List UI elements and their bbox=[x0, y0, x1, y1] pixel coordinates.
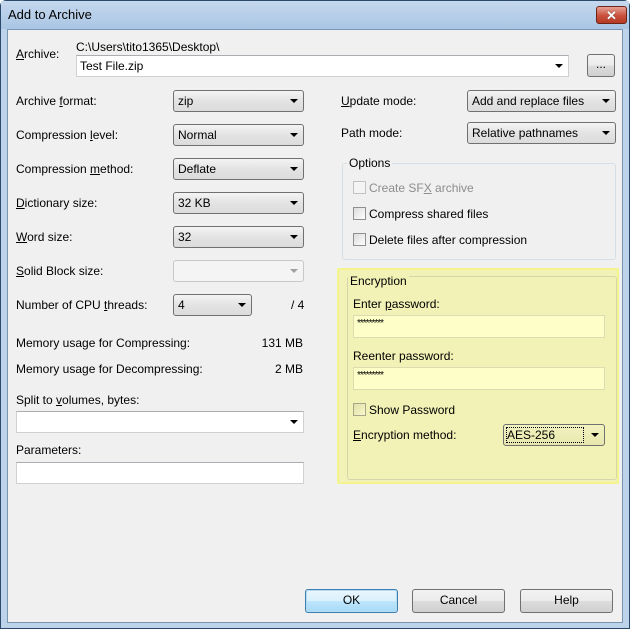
archive-format-label: Archive format: bbox=[16, 94, 97, 108]
cpu-threads-max: / 4 bbox=[291, 298, 305, 312]
cpu-threads-select[interactable]: 4 bbox=[173, 294, 252, 316]
memory-decompress-label: Memory usage for Decompressing: bbox=[16, 362, 203, 376]
chevron-down-icon bbox=[602, 131, 610, 135]
compression-level-value: Normal bbox=[178, 128, 217, 142]
delete-after-checkbox[interactable] bbox=[353, 233, 366, 246]
chevron-down-icon bbox=[290, 99, 298, 103]
update-mode-value: Add and replace files bbox=[472, 94, 585, 108]
archive-format-select[interactable]: zip bbox=[173, 90, 304, 112]
update-mode-label: Update mode: bbox=[341, 94, 417, 108]
dialog-body: Archive: C:\Users\tito1365\Desktop\ Test… bbox=[7, 29, 623, 623]
encryption-method-label: Encryption method: bbox=[353, 428, 457, 442]
path-mode-label: Path mode: bbox=[341, 126, 403, 140]
word-size-label: Word size: bbox=[16, 230, 73, 244]
create-sfx-label: Create SFX archive bbox=[369, 181, 474, 195]
archive-label: Archive: bbox=[16, 47, 60, 61]
archive-format-value: zip bbox=[178, 94, 194, 108]
chevron-down-icon bbox=[290, 235, 298, 239]
dictionary-size-value: 32 KB bbox=[178, 196, 211, 210]
memory-compress-label: Memory usage for Compressing: bbox=[16, 336, 191, 350]
split-volumes-combo[interactable] bbox=[16, 411, 304, 433]
compress-shared-checkbox[interactable] bbox=[353, 207, 366, 220]
create-sfx-checkbox[interactable] bbox=[353, 181, 366, 194]
title-bar: Add to Archive ✕ bbox=[1, 1, 629, 29]
compression-method-select[interactable]: Deflate bbox=[173, 158, 304, 180]
delete-after-label: Delete files after compression bbox=[369, 233, 528, 247]
browse-button[interactable]: ... bbox=[587, 54, 615, 77]
split-volumes-label: Split to volumes, bytes: bbox=[16, 393, 140, 407]
parameters-input[interactable] bbox=[16, 462, 304, 484]
ok-button[interactable]: OK bbox=[305, 589, 398, 613]
close-icon: ✕ bbox=[606, 7, 617, 23]
archive-filename-value: Test File.zip bbox=[80, 59, 144, 73]
chevron-down-icon[interactable] bbox=[555, 64, 563, 68]
compression-level-select[interactable]: Normal bbox=[173, 124, 304, 146]
dictionary-size-label: Dictionary size: bbox=[16, 196, 98, 210]
chevron-down-icon bbox=[238, 303, 246, 307]
encryption-method-select[interactable]: AES-256 bbox=[503, 424, 605, 446]
chevron-down-icon bbox=[602, 99, 610, 103]
compression-method-value: Deflate bbox=[178, 162, 217, 176]
window-title: Add to Archive bbox=[8, 7, 92, 22]
chevron-down-icon bbox=[290, 133, 298, 137]
chevron-down-icon bbox=[290, 201, 298, 205]
chevron-down-icon[interactable] bbox=[290, 420, 298, 424]
cancel-button[interactable]: Cancel bbox=[412, 589, 505, 613]
enter-password-label: Enter password: bbox=[353, 297, 440, 311]
dictionary-size-select[interactable]: 32 KB bbox=[173, 192, 304, 214]
show-password-label: Show Password bbox=[369, 403, 456, 417]
parameters-label: Parameters: bbox=[16, 443, 82, 457]
archive-path: C:\Users\tito1365\Desktop\ bbox=[76, 40, 220, 54]
chevron-down-icon bbox=[290, 269, 298, 273]
reenter-password-label: Reenter password: bbox=[353, 349, 454, 363]
update-mode-select[interactable]: Add and replace files bbox=[467, 90, 616, 112]
path-mode-value: Relative pathnames bbox=[472, 126, 579, 140]
focus-rect bbox=[506, 427, 584, 443]
encryption-group-title: Encryption bbox=[348, 274, 409, 288]
options-group-title: Options bbox=[347, 156, 393, 170]
chevron-down-icon bbox=[290, 167, 298, 171]
reenter-password-input[interactable]: ********* bbox=[353, 367, 605, 390]
enter-password-input[interactable]: ********* bbox=[353, 315, 605, 338]
close-button[interactable]: ✕ bbox=[596, 6, 627, 24]
archive-filename-combo[interactable]: Test File.zip bbox=[76, 55, 569, 77]
memory-decompress-value: 2 MB bbox=[274, 362, 303, 376]
solid-block-size-label: Solid Block size: bbox=[16, 264, 104, 278]
show-password-checkbox[interactable] bbox=[353, 403, 366, 416]
compression-level-label: Compression level: bbox=[16, 128, 119, 142]
add-to-archive-dialog: Add to Archive ✕ Archive: C:\Users\tito1… bbox=[0, 0, 630, 629]
chevron-down-icon bbox=[591, 433, 599, 437]
word-size-value: 32 bbox=[178, 230, 192, 244]
word-size-select[interactable]: 32 bbox=[173, 226, 304, 248]
help-button[interactable]: Help bbox=[520, 589, 613, 613]
memory-compress-value: 131 MB bbox=[261, 336, 303, 350]
path-mode-select[interactable]: Relative pathnames bbox=[467, 122, 616, 144]
solid-block-size-select[interactable] bbox=[173, 260, 304, 282]
compression-method-label: Compression method: bbox=[16, 162, 134, 176]
cpu-threads-label: Number of CPU threads: bbox=[16, 298, 148, 312]
compress-shared-label: Compress shared files bbox=[369, 207, 489, 221]
cpu-threads-value: 4 bbox=[178, 298, 185, 312]
